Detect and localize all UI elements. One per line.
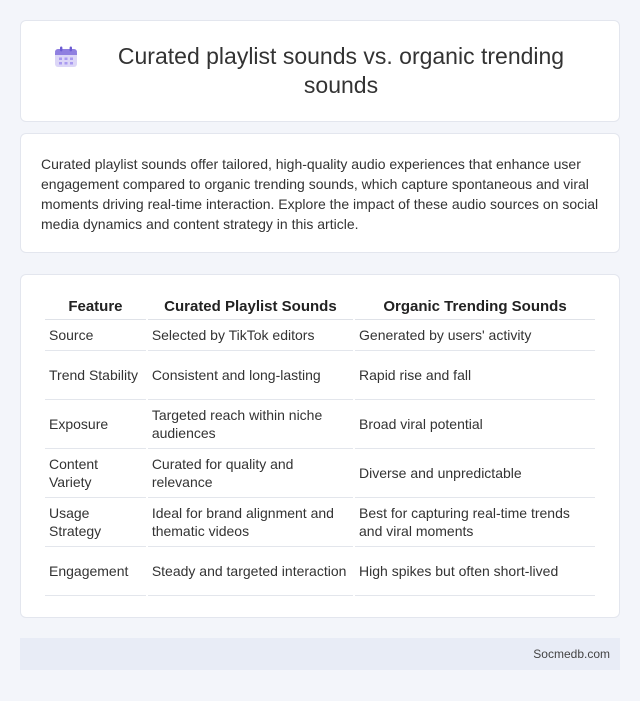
feature-cell: Engagement — [45, 547, 146, 596]
curated-cell: Curated for quality and relevance — [147, 449, 354, 498]
column-header-curated: Curated Playlist Sounds — [147, 295, 354, 320]
calendar-icon — [55, 46, 77, 67]
table-row: Exposure Targeted reach within niche aud… — [45, 400, 595, 449]
footer-site-link[interactable]: Socmedb.com — [533, 647, 610, 661]
column-header-feature: Feature — [45, 295, 146, 320]
table-row: Trend Stability Consistent and long-last… — [45, 351, 595, 400]
feature-cell: Content Variety — [45, 449, 146, 498]
curated-cell: Ideal for brand alignment and thematic v… — [147, 498, 354, 547]
curated-cell: Targeted reach within niche audiences — [147, 400, 354, 449]
column-header-organic: Organic Trending Sounds — [355, 295, 595, 320]
intro-card: Curated playlist sounds offer tailored, … — [20, 133, 620, 253]
title-container: Curated playlist sounds vs. organic tren… — [54, 42, 586, 100]
curated-cell: Selected by TikTok editors — [147, 320, 354, 351]
organic-cell: Generated by users' activity — [355, 320, 595, 351]
comparison-table-card: Feature Curated Playlist Sounds Organic … — [20, 274, 620, 618]
footer-bar: Socmedb.com — [20, 638, 620, 670]
feature-cell: Exposure — [45, 400, 146, 449]
curated-cell: Steady and targeted interaction — [147, 547, 354, 596]
feature-cell: Source — [45, 320, 146, 351]
organic-cell: Diverse and unpredictable — [355, 449, 595, 498]
table-row: Source Selected by TikTok editors Genera… — [45, 320, 595, 351]
curated-cell: Consistent and long-lasting — [147, 351, 354, 400]
organic-cell: Best for capturing real-time trends and … — [355, 498, 595, 547]
table-row: Usage Strategy Ideal for brand alignment… — [45, 498, 595, 547]
page-title: Curated playlist sounds vs. organic tren… — [117, 43, 565, 98]
table-row: Engagement Steady and targeted interacti… — [45, 547, 595, 596]
organic-cell: Broad viral potential — [355, 400, 595, 449]
organic-cell: Rapid rise and fall — [355, 351, 595, 400]
table-header-row: Feature Curated Playlist Sounds Organic … — [45, 295, 595, 320]
comparison-table: Feature Curated Playlist Sounds Organic … — [43, 295, 597, 596]
intro-paragraph: Curated playlist sounds offer tailored, … — [41, 156, 599, 232]
title-card: Curated playlist sounds vs. organic tren… — [20, 20, 620, 122]
organic-cell: High spikes but often short-lived — [355, 547, 595, 596]
feature-cell: Usage Strategy — [45, 498, 146, 547]
table-row: Content Variety Curated for quality and … — [45, 449, 595, 498]
feature-cell: Trend Stability — [45, 351, 146, 400]
